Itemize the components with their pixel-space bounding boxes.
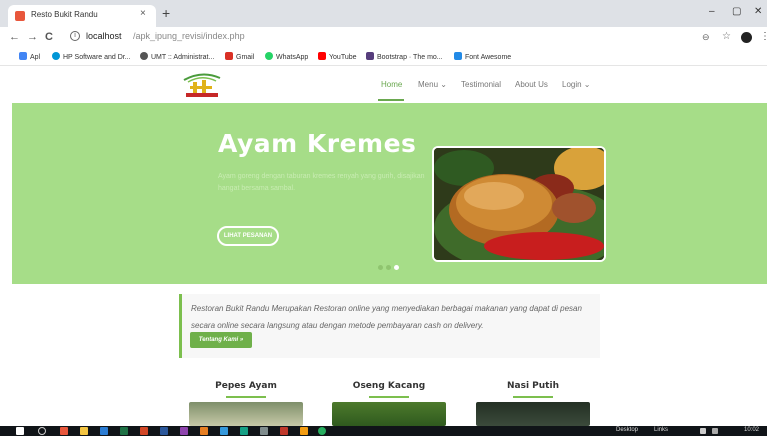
menu-card-underline	[369, 396, 409, 398]
browser-tab-bar: Resto Bukit Randu × + – ▢ ✕	[0, 0, 767, 27]
taskbar-app-icon[interactable]	[60, 427, 68, 435]
bookmark-youtube[interactable]: YouTube	[318, 52, 357, 61]
reload-icon[interactable]: C	[45, 31, 53, 43]
carousel-dot-2[interactable]	[386, 265, 391, 270]
nav-menu-dropdown[interactable]: Menu ⌄	[418, 80, 447, 89]
window-close-icon[interactable]: ✕	[754, 6, 762, 17]
taskbar-links-label[interactable]: Links	[654, 427, 668, 433]
hero-title: Ayam Kremes	[218, 129, 417, 158]
about-us-button[interactable]: Tentang Kami »	[190, 332, 252, 348]
bookmark-apps[interactable]: Apl	[19, 52, 40, 61]
menu-card-underline	[513, 396, 553, 398]
browser-tab[interactable]: Resto Bukit Randu ×	[8, 5, 156, 27]
back-icon[interactable]: ←	[9, 31, 20, 43]
hp-icon	[52, 52, 60, 60]
fried-chicken-illustration	[434, 148, 604, 260]
taskbar-app-icon[interactable]	[300, 427, 308, 435]
url-path: /apk_ipung_revisi/index.php	[133, 31, 245, 41]
taskbar-app-icon[interactable]	[180, 427, 188, 435]
taskbar-app-icon[interactable]	[240, 427, 248, 435]
url-field[interactable]: i localhost /apk_ipung_revisi/index.php	[70, 30, 680, 46]
new-tab-icon[interactable]: +	[162, 6, 170, 20]
nav-about-link[interactable]: About Us	[515, 80, 548, 89]
bookmarks-bar: Apl HP Software and Dr... UMT :: Adminis…	[0, 49, 767, 66]
youtube-icon	[318, 52, 326, 60]
about-text: Restoran Bukit Randu Merupakan Restoran …	[191, 304, 582, 330]
bookmark-whatsapp[interactable]: WhatsApp	[265, 52, 308, 61]
menu-card-image[interactable]	[189, 402, 303, 426]
forward-icon[interactable]: →	[27, 31, 38, 43]
bookmark-bootstrap[interactable]: Bootstrap · The mo...	[366, 52, 443, 61]
taskbar-app-icon[interactable]	[160, 427, 168, 435]
taskbar-app-icon[interactable]	[100, 427, 108, 435]
nav-testimonial-link[interactable]: Testimonial	[461, 80, 501, 89]
more-menu-icon[interactable]: ⋮	[760, 31, 767, 42]
network-icon[interactable]	[700, 428, 706, 434]
apps-grid-icon	[19, 52, 27, 60]
resto-logo-icon[interactable]	[178, 70, 226, 100]
menu-card-title: Oseng Kacang	[352, 381, 426, 391]
menu-card-image[interactable]	[332, 402, 446, 426]
tab-title: Resto Bukit Randu	[31, 10, 98, 19]
hero-carousel: Ayam Kremes Ayam goreng dengan taburan k…	[12, 103, 767, 284]
nav-home-link[interactable]: Home	[381, 80, 402, 89]
minimize-icon[interactable]: –	[709, 6, 715, 17]
profile-avatar-icon[interactable]	[741, 32, 752, 43]
tab-close-icon[interactable]: ×	[140, 8, 146, 19]
whatsapp-icon	[265, 52, 273, 60]
taskbar-app-icon[interactable]	[140, 427, 148, 435]
hero-description: Ayam goreng dengan taburan kremes renyah…	[218, 173, 425, 192]
address-bar-row: ← → C i localhost /apk_ipung_revisi/inde…	[0, 27, 767, 49]
carousel-dot-3-active[interactable]	[394, 265, 399, 270]
chrome-icon[interactable]	[318, 427, 326, 435]
bookmark-hp[interactable]: HP Software and Dr...	[52, 52, 131, 61]
bookmark-umt[interactable]: UMT :: Administrat...	[140, 52, 214, 61]
search-icon[interactable]	[38, 427, 46, 435]
menu-card-title: Nasi Putih	[507, 381, 559, 391]
about-callout: Restoran Bukit Randu Merupakan Restoran …	[179, 294, 600, 358]
taskbar-app-icon[interactable]	[120, 427, 128, 435]
bootstrap-icon	[366, 52, 374, 60]
taskbar-app-icon[interactable]	[200, 427, 208, 435]
site-info-icon[interactable]: i	[70, 31, 80, 41]
menu-card-underline	[226, 396, 266, 398]
bookmark-fontawesome[interactable]: Font Awesome	[454, 52, 511, 61]
nav-active-indicator	[378, 99, 404, 101]
zoom-icon[interactable]: ⊖	[702, 32, 710, 43]
globe-icon	[140, 52, 148, 60]
fontawesome-icon	[454, 52, 462, 60]
site-navbar: Home Menu ⌄ Testimonial About Us Login ⌄	[0, 66, 767, 103]
taskbar-app-icon[interactable]	[280, 427, 288, 435]
tab-favicon-icon	[15, 11, 25, 21]
taskbar-app-icon[interactable]	[220, 427, 228, 435]
hero-food-image	[432, 146, 606, 262]
menu-card-title: Pepes Ayam	[215, 381, 277, 391]
taskbar-app-icon[interactable]	[260, 427, 268, 435]
bookmark-gmail[interactable]: Gmail	[225, 52, 254, 61]
windows-start-icon[interactable]	[16, 427, 24, 435]
file-explorer-icon[interactable]	[80, 427, 88, 435]
bookmark-star-icon[interactable]: ☆	[722, 31, 731, 42]
gmail-icon	[225, 52, 233, 60]
nav-login-dropdown[interactable]: Login ⌄	[562, 80, 591, 89]
hero-cta-button[interactable]: LIHAT PESANAN	[217, 226, 279, 246]
carousel-dot-1[interactable]	[378, 265, 383, 270]
maximize-icon[interactable]: ▢	[732, 6, 741, 17]
menu-card-image[interactable]	[476, 402, 590, 426]
taskbar-clock: 10:02	[744, 427, 760, 433]
taskbar-desktop-label[interactable]: Desktop	[616, 427, 638, 433]
url-host: localhost	[86, 31, 122, 41]
volume-icon[interactable]	[712, 428, 718, 434]
os-taskbar: Desktop Links 10:02	[0, 426, 767, 436]
